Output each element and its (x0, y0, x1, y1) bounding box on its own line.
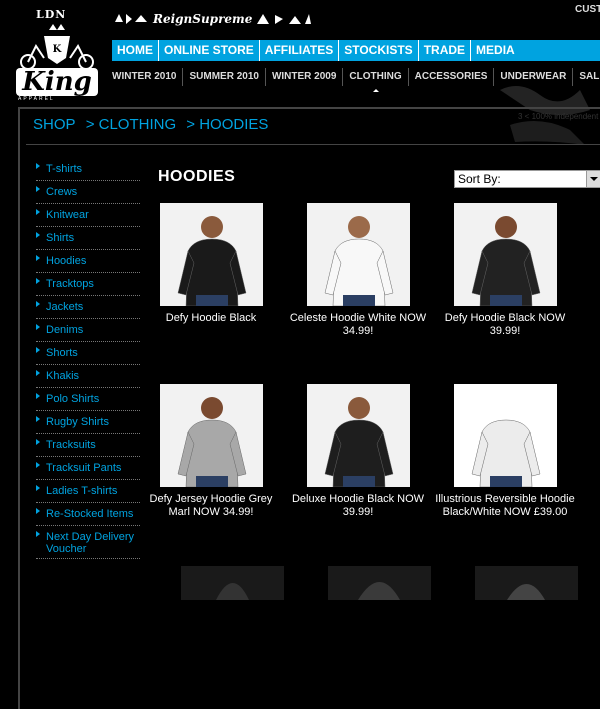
hoodie-image-icon (358, 582, 400, 600)
sidebar-item-rugby-shirts[interactable]: Rugby Shirts (36, 411, 140, 434)
product-card[interactable]: Defy Hoodie Black NOW 39.99! (435, 203, 575, 338)
nav-trade[interactable]: TRADE (419, 40, 472, 61)
breadcrumb: SHOP > CLOTHING > HOODIES (33, 116, 274, 133)
product-thumbnail-partial[interactable] (475, 566, 578, 600)
breadcrumb-clothing[interactable]: > CLOTHING (86, 116, 176, 133)
breadcrumb-divider (26, 144, 600, 145)
customer-link[interactable]: CUST (575, 4, 600, 15)
sidebar-item-khakis[interactable]: Khakis (36, 365, 140, 388)
logo-crest-icon: K (20, 24, 94, 70)
site-logo[interactable]: LDN K King APPAREL (14, 8, 100, 102)
product-card[interactable]: Illustrious Reversible Hoodie Black/Whit… (435, 384, 575, 519)
product-name[interactable]: Deluxe Hoodie Black NOW 39.99! (288, 493, 428, 519)
product-thumbnail[interactable] (453, 203, 557, 306)
hoodie-image-icon (177, 216, 246, 306)
nav-affiliates[interactable]: AFFILIATES (260, 40, 340, 61)
sidebar-item-tracktops[interactable]: Tracktops (36, 273, 140, 296)
hoodie-image-icon (324, 216, 393, 306)
sidebar-item-tracksuits[interactable]: Tracksuits (36, 434, 140, 457)
subnav-winter-2009[interactable]: WINTER 2009 (266, 68, 344, 86)
sidebar-item-crews[interactable]: Crews (36, 181, 140, 204)
hoodie-image-icon (324, 397, 393, 487)
product-name[interactable]: Defy Hoodie Black (141, 312, 281, 325)
sidebar-item-tracksuit-pants[interactable]: Tracksuit Pants (36, 457, 140, 480)
subnav-winter-2010[interactable]: WINTER 2010 (106, 68, 184, 86)
page-title: HOODIES (158, 168, 236, 185)
hoodie-image-icon (216, 583, 249, 600)
category-sidebar: T-shirts Crews Knitwear Shirts Hoodies T… (36, 158, 140, 559)
sidebar-item-t-shirts[interactable]: T-shirts (36, 158, 140, 181)
sidebar-item-shorts[interactable]: Shorts (36, 342, 140, 365)
hoodie-image-icon (471, 216, 540, 306)
logo-apparel-text: APPAREL (18, 96, 55, 102)
tagline-ornament-icon (115, 14, 147, 24)
product-thumbnail[interactable] (159, 384, 263, 487)
sidebar-item-ladies-t-shirts[interactable]: Ladies T-shirts (36, 480, 140, 503)
sidebar-item-polo-shirts[interactable]: Polo Shirts (36, 388, 140, 411)
logo-ldn-text: LDN (36, 8, 67, 21)
product-thumbnail-partial[interactable] (181, 566, 284, 600)
product-card[interactable]: Deluxe Hoodie Black NOW 39.99! (288, 384, 428, 519)
product-name[interactable]: Celeste Hoodie White NOW 34.99! (288, 312, 428, 338)
sidebar-item-knitwear[interactable]: Knitwear (36, 204, 140, 227)
product-thumbnail[interactable] (159, 203, 263, 306)
subnav-clothing[interactable]: CLOTHING (343, 68, 409, 92)
tagline-ornament-right-icon (257, 14, 311, 24)
nav-home[interactable]: HOME (112, 40, 159, 61)
product-name[interactable]: Defy Jersey Hoodie Grey Marl NOW 34.99! (141, 493, 281, 519)
hoodie-image-icon (507, 584, 545, 600)
sidebar-item-denims[interactable]: Denims (36, 319, 140, 342)
sidebar-item-next-day-delivery-voucher[interactable]: Next Day Delivery Voucher (36, 526, 140, 559)
tagline-text: ReignSupreme (153, 12, 253, 26)
product-name[interactable]: Defy Hoodie Black NOW 39.99! (435, 312, 575, 338)
breadcrumb-shop[interactable]: SHOP (33, 116, 76, 133)
chevron-down-icon[interactable] (586, 171, 600, 187)
product-name[interactable]: Illustrious Reversible Hoodie Black/Whit… (435, 493, 575, 519)
sidebar-item-shirts[interactable]: Shirts (36, 227, 140, 250)
hoodie-image-icon (177, 397, 246, 487)
subnav-accessories[interactable]: ACCESSORIES (409, 68, 495, 86)
product-thumbnail[interactable] (306, 203, 410, 306)
sort-by-select[interactable]: Sort By: (454, 170, 600, 188)
nav-media[interactable]: MEDIA (471, 40, 520, 61)
sort-by-label: Sort By: (458, 172, 501, 186)
breadcrumb-hoodies[interactable]: > HOODIES (186, 116, 268, 133)
sidebar-item-jackets[interactable]: Jackets (36, 296, 140, 319)
subnav-summer-2010[interactable]: SUMMER 2010 (183, 68, 266, 86)
main-nav: HOME ONLINE STORE AFFILIATES STOCKISTS T… (112, 40, 600, 61)
product-card[interactable]: Celeste Hoodie White NOW 34.99! (288, 203, 428, 338)
product-thumbnail[interactable] (453, 384, 557, 487)
product-card[interactable]: Defy Jersey Hoodie Grey Marl NOW 34.99! (141, 384, 281, 519)
product-card[interactable]: Defy Hoodie Black (141, 203, 281, 325)
sidebar-item-re-stocked-items[interactable]: Re-Stocked Items (36, 503, 140, 526)
hoodie-image-icon (471, 397, 540, 487)
nav-online-store[interactable]: ONLINE STORE (159, 40, 260, 61)
nav-stockists[interactable]: STOCKISTS (339, 40, 419, 61)
sidebar-item-hoodies[interactable]: Hoodies (36, 250, 140, 273)
tagline: ReignSupreme (113, 12, 373, 28)
product-thumbnail[interactable] (306, 384, 410, 487)
svg-text:K: K (53, 44, 62, 55)
logo-king-text: King (16, 68, 98, 96)
product-thumbnail-partial[interactable] (328, 566, 431, 600)
